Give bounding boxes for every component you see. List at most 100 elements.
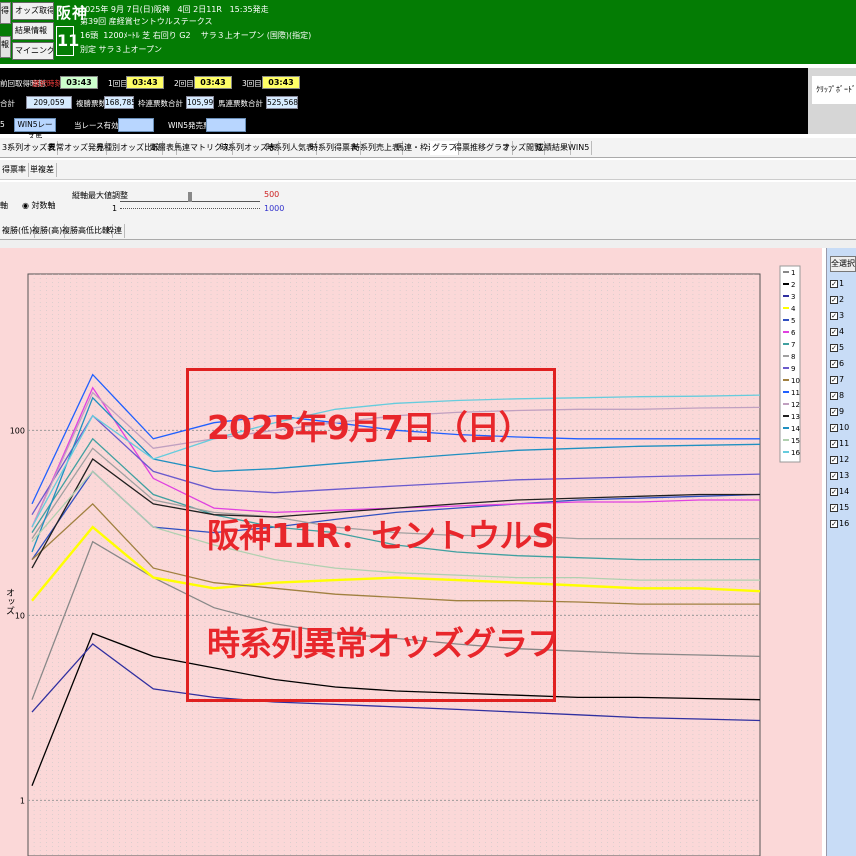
tab-bracket[interactable]: 枠連 [104, 224, 125, 238]
horse-checkbox-3[interactable]: ✓ 3 [830, 310, 844, 322]
horse-checkbox-label: 11 [839, 439, 850, 448]
quinella-pool-value: 525,568 [266, 96, 299, 109]
round1-label: 1回目 [108, 79, 128, 88]
log-axis-radio[interactable]: ◉ 対数軸 [22, 200, 56, 211]
results-info-button[interactable]: 結果情報 [12, 22, 54, 40]
scale-max-value: 500 [264, 190, 280, 199]
horse-checkbox-15[interactable]: ✓ 15 [830, 502, 849, 514]
horse-checkbox-5[interactable]: ✓ 5 [830, 342, 844, 354]
legend-label-3: 3 [791, 293, 795, 301]
linear-axis-radio[interactable]: 軸 [0, 200, 8, 211]
pool-total-value: 209,059 [26, 96, 72, 109]
sub-tabbar: 得票率 単複差 [0, 160, 856, 180]
scale-alt-value: 1000 [264, 204, 285, 213]
legend-label-12: 12 [791, 401, 800, 409]
check-icon: ✓ [830, 391, 838, 400]
legend-label-6: 6 [791, 329, 796, 337]
horse-checkbox-2[interactable]: ✓ 2 [830, 294, 844, 306]
horse-checkbox-label: 12 [839, 455, 850, 464]
bracket-pool-label: 枠連票数合計 [138, 99, 183, 108]
horse-checkbox-label: 16 [839, 519, 850, 528]
clipboard-button[interactable]: ｸﾘｯﾌﾟﾎﾞｰﾄﾞ [812, 76, 856, 104]
horse-checkbox-13[interactable]: ✓ 13 [830, 470, 849, 482]
legend-label-4: 4 [791, 305, 796, 313]
check-icon: ✓ [830, 407, 838, 416]
race-header: 得 報 オッズ取得 結果情報 マイニング 阪神 11 2025年 9月 7日(日… [0, 0, 856, 64]
horse-checkbox-label: 7 [839, 375, 845, 384]
legend-label-9: 9 [791, 365, 795, 373]
horse-checkbox-10[interactable]: ✓ 10 [830, 422, 849, 434]
horse-checkbox-7[interactable]: ✓ 7 [830, 374, 844, 386]
scale-slider[interactable] [120, 190, 260, 202]
bracket-pool-value: 105,999 [186, 96, 219, 109]
scale-slider-thumb[interactable] [188, 192, 192, 202]
round1-time: 03:43 [126, 76, 164, 89]
check-icon: ✓ [830, 295, 838, 304]
check-icon: ✓ [830, 471, 838, 480]
horse-checkbox-16[interactable]: ✓ 16 [830, 518, 849, 530]
race-title: 第39回 産経賞セントウルステークス [80, 17, 213, 26]
view-tabbar: 3系列オッズ表 異常オッズ発見 券種別オッズ比較 断層表 馬連マトリクス 時系列… [0, 138, 856, 158]
overlay-race: 阪神11R：セントウルS [207, 516, 555, 555]
choice-time-label: 選択時刻 [32, 79, 62, 88]
horse-checkbox-14[interactable]: ✓ 14 [830, 486, 849, 498]
legend-label-11: 11 [791, 389, 800, 397]
quinella-pool-label: 馬連票数合計 [218, 99, 263, 108]
horse-checkbox-11[interactable]: ✓ 11 [830, 438, 849, 450]
y-tick-label: 1 [20, 796, 25, 805]
odds-acquire-button[interactable]: オッズ取得 [12, 2, 54, 20]
round3-label: 3回目 [242, 79, 262, 88]
check-icon: ✓ [830, 519, 838, 528]
horse-checkbox-label: 14 [839, 487, 850, 496]
round2-time: 03:43 [194, 76, 232, 89]
race-date-line: 2025年 9月 7日(日)阪神 4回 2日11R 15:35発走 [80, 5, 269, 14]
y-tick-label: 100 [10, 426, 25, 435]
legend-label-7: 7 [791, 341, 795, 349]
win5-sales-box [206, 118, 246, 132]
horse-checkbox-label: 13 [839, 471, 850, 480]
vote-summary-strip: 前回取得時刻 選択時刻 03:43 1回目 03:43 2回目 03:43 3回… [0, 68, 808, 141]
horse-checkbox-label: 4 [839, 327, 845, 336]
odds-viewer-window: 得 報 オッズ取得 結果情報 マイニング 阪神 11 2025年 9月 7日(日… [0, 0, 856, 856]
legend-label-2: 2 [791, 281, 795, 289]
check-icon: ✓ [830, 311, 838, 320]
horse-checkbox-label: 3 [839, 311, 845, 320]
check-icon: ✓ [830, 279, 838, 288]
scale-ticks [120, 208, 260, 209]
horse-checkbox-label: 15 [839, 503, 850, 512]
scale-min-value: 1 [112, 204, 118, 213]
check-icon: ✓ [830, 375, 838, 384]
check-icon: ✓ [830, 359, 838, 368]
horse-checkbox-4[interactable]: ✓ 4 [830, 326, 844, 338]
check-icon: ✓ [830, 455, 838, 464]
check-icon: ✓ [830, 487, 838, 496]
horse-checkbox-8[interactable]: ✓ 8 [830, 390, 844, 402]
legend-label-15: 15 [791, 437, 800, 445]
tab-vote-rate[interactable]: 得票率 [0, 163, 29, 177]
race-detail: 16頭 1200ﾒｰﾄﾙ 芝 右回り G2 サラ３上オープン (国際)(指定) [80, 31, 312, 40]
choice-time-value: 03:43 [60, 76, 98, 89]
round3-time: 03:43 [262, 76, 300, 89]
check-icon: ✓ [830, 423, 838, 432]
horse-checkbox-12[interactable]: ✓ 12 [830, 454, 849, 466]
title-overlay: 2025年9月7日（日） 阪神11R：セントウルS 時系列異常オッズグラフ [186, 368, 560, 702]
select-all-button[interactable]: 全選択 [830, 256, 856, 272]
overlay-subtitle: 時系列異常オッズグラフ [207, 624, 560, 663]
side-button-info[interactable]: 報 [0, 36, 11, 58]
horse-checkbox-1[interactable]: ✓ 1 [830, 278, 844, 290]
side-button-acquire[interactable]: 得 [0, 2, 11, 24]
log-axis-label: 対数軸 [31, 201, 56, 210]
legend-label-5: 5 [791, 317, 795, 325]
mining-button[interactable]: マイニング [12, 42, 54, 60]
horse-checkbox-6[interactable]: ✓ 6 [830, 358, 844, 370]
horse-checkbox-9[interactable]: ✓ 9 [830, 406, 844, 418]
tab-win-place-diff[interactable]: 単複差 [28, 163, 57, 177]
tab-win5[interactable]: WIN5 [566, 141, 593, 155]
check-icon: ✓ [830, 439, 838, 448]
legend-label-13: 13 [791, 413, 800, 421]
bettype-tabbar: 複勝(低) 複勝(高) 複勝高低比較 枠連 [0, 222, 856, 240]
win5-race-horse-box: WIN5レース馬 [14, 118, 56, 141]
graph-controls: 軸 ◉ 対数軸 縦軸最大値調整 500 1000 1 [0, 182, 856, 222]
y-tick-label: 10 [15, 611, 25, 620]
chart-legend: 12345678910111213141516 [779, 265, 801, 463]
